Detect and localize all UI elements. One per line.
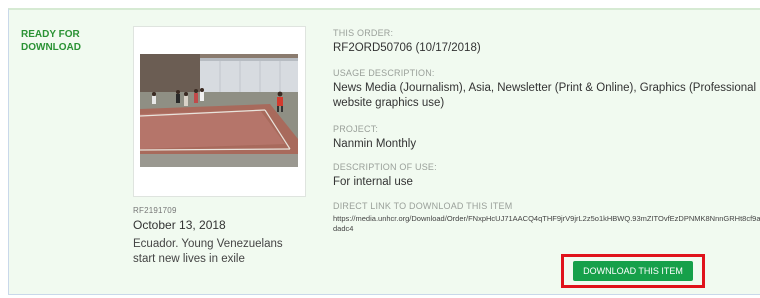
order-label: THIS ORDER: xyxy=(333,28,394,38)
download-button-highlight: DOWNLOAD THIS ITEM xyxy=(561,254,705,288)
order-value: RF2ORD50706 (10/17/2018) xyxy=(333,42,481,54)
description-of-use-value: For internal use xyxy=(333,176,413,188)
usage-section: USAGE DESCRIPTION: News Media (Journalis… xyxy=(333,68,760,111)
status-label: READY FOR DOWNLOAD xyxy=(21,29,81,53)
direct-link-url[interactable]: https://media.unhcr.org/Download/Order/F… xyxy=(333,214,760,234)
item-caption[interactable]: Ecuador. Young Venezuelans start new liv… xyxy=(133,237,293,267)
item-thumbnail-image[interactable] xyxy=(140,54,298,167)
project-section: PROJECT: Nanmin Monthly xyxy=(333,124,760,152)
project-value: Nanmin Monthly xyxy=(333,138,417,150)
item-date: October 13, 2018 xyxy=(133,218,226,232)
order-item-panel: READY FOR DOWNLOAD RF2191709 October 13,… xyxy=(8,8,760,295)
item-id: RF2191709 xyxy=(133,206,177,215)
project-label: PROJECT: xyxy=(333,124,379,134)
usage-label: USAGE DESCRIPTION: xyxy=(333,68,435,78)
usage-value: News Media (Journalism), Asia, Newslette… xyxy=(333,82,757,109)
direct-link-label: DIRECT LINK TO DOWNLOAD THIS ITEM xyxy=(333,201,513,211)
description-of-use-label: DESCRIPTION OF USE: xyxy=(333,162,437,172)
order-section: THIS ORDER: RF2ORD50706 (10/17/2018) xyxy=(333,28,760,56)
download-item-button[interactable]: DOWNLOAD THIS ITEM xyxy=(573,261,693,281)
direct-link-section: DIRECT LINK TO DOWNLOAD THIS ITEM https:… xyxy=(333,201,760,234)
thumbnail-frame[interactable] xyxy=(133,26,306,197)
description-of-use-section: DESCRIPTION OF USE: For internal use xyxy=(333,162,760,190)
